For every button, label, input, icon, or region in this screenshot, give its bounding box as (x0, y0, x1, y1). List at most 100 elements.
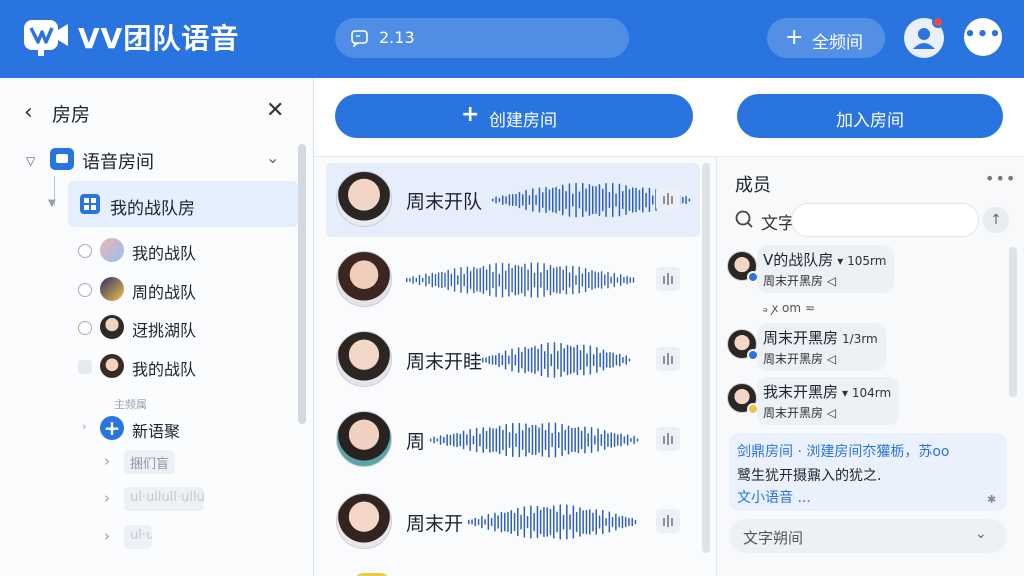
waveform-bar (610, 432, 612, 448)
room-name: 周末开队 (406, 191, 483, 213)
room-list-scrollbar[interactable] (702, 163, 710, 553)
room-item[interactable]: 周末开眭 (326, 323, 700, 397)
waveform-bar (418, 274, 421, 286)
member-room: 周末开黑房 ◁ (763, 274, 837, 288)
waveform-bar (473, 266, 475, 294)
waveform-bar (592, 185, 594, 215)
more-icon[interactable]: ••• (985, 169, 1016, 188)
expand-toggle[interactable] (78, 244, 92, 258)
waveform-bar (544, 430, 547, 450)
waveform-bar (565, 191, 567, 210)
user-avatar-button[interactable] (904, 16, 944, 58)
members-title: 成员 (735, 175, 771, 196)
all-rooms-button[interactable]: + 全频间 (767, 18, 885, 58)
voice-rooms-category[interactable]: ▽ 语音房间 ⌄ (22, 148, 292, 182)
member-search-input[interactable] (791, 203, 979, 237)
waveform-bar (453, 433, 455, 447)
waveform-bar (568, 272, 571, 288)
sidebar-item-team-3[interactable]: 迓挑湖队 (74, 311, 294, 345)
waveform-bar (624, 516, 627, 528)
waveform-bar (626, 434, 629, 446)
sidebar-blurred-item[interactable]: › ul·ullull·ullu (104, 485, 304, 515)
sidebar-blurred-item[interactable]: › 捆们盲 (104, 448, 304, 478)
volume-icon[interactable] (656, 267, 680, 291)
member-item[interactable]: 周末开黑房 1/3rm 周末开黑房 ◁ (725, 323, 1007, 373)
waveform-bar (521, 351, 523, 369)
new-voice-channel-item[interactable]: 主频属 › + 新语聚 (80, 396, 280, 456)
sidebar-title: 房房 (52, 104, 91, 126)
waveform-bar (475, 427, 478, 453)
volume-icon[interactable] (656, 427, 680, 451)
search-input[interactable]: 2.13 (335, 18, 629, 58)
waveform-bar (592, 512, 594, 532)
waveform-bar (517, 347, 520, 373)
waveform-bar (596, 347, 598, 373)
waveform-bar (482, 265, 485, 294)
waveform-bar (449, 434, 452, 446)
waveform-bar (602, 188, 604, 212)
sidebar-item-team-1[interactable]: 我的战队 (74, 234, 294, 268)
member-item[interactable]: V的战队房 ▾ 105rm 周末开黑房 ◁ (725, 245, 1007, 295)
expand-toggle[interactable] (78, 360, 92, 374)
waveform-bar (508, 432, 511, 448)
waveform-bar (524, 346, 526, 374)
chevron-down-icon[interactable]: ⌄ (266, 148, 279, 167)
waveform-bar (466, 434, 468, 446)
waveform-bar (515, 433, 517, 447)
sidebar-blurred-item[interactable]: › ul·ull (104, 523, 304, 553)
voice-channel-select[interactable]: 文字朔间 ⌄ (729, 519, 1007, 553)
join-room-button[interactable]: 加入房间 (737, 94, 1003, 138)
waveform-bar (605, 352, 608, 368)
sidebar-item-team-2[interactable]: 周的战队 (74, 273, 294, 307)
waveform-bar (569, 514, 571, 530)
waveform-bar (551, 433, 553, 447)
members-scrollbar[interactable] (1009, 247, 1017, 397)
waveform-bar (522, 194, 524, 206)
waveform-bar (504, 512, 506, 532)
sidebar-item-team-4[interactable]: 我的战队 (74, 350, 294, 384)
waveform-bar (484, 519, 486, 525)
waveform-bar (552, 267, 555, 293)
waveform-bar (498, 273, 500, 287)
room-item[interactable] (326, 243, 700, 317)
waveform-bar (580, 430, 583, 450)
back-icon[interactable]: ‹ (24, 100, 33, 125)
waveform-bar (638, 189, 641, 211)
selected-room-item[interactable]: 我的战队房 (68, 181, 298, 227)
close-icon[interactable]: ✕ (266, 98, 284, 123)
waveform-bar (610, 276, 612, 284)
waveform-bar (466, 266, 469, 294)
avatar (100, 354, 124, 378)
waveform-bar (534, 345, 536, 375)
room-item[interactable]: 周末开队 (326, 163, 700, 237)
waveform-bar (611, 516, 614, 527)
room-item[interactable]: 周末开 (326, 485, 700, 559)
waveform-bar (535, 194, 537, 206)
waveform-bar (436, 438, 439, 442)
volume-icon[interactable] (656, 509, 680, 533)
volume-icon[interactable] (656, 347, 680, 371)
create-room-button[interactable]: + 创建房间 (335, 94, 693, 138)
waveform-bar (459, 433, 461, 447)
pin-icon[interactable]: ✱ (987, 493, 996, 506)
expand-toggle[interactable] (78, 283, 92, 297)
faded-label: 主频属 (114, 398, 147, 411)
waveform-bar (555, 186, 557, 214)
more-menu-button[interactable]: ••• (964, 18, 1002, 56)
volume-icon[interactable] (656, 187, 680, 211)
waveform-bar (595, 186, 597, 214)
waveform-bar (447, 269, 449, 291)
waveform-bar (558, 188, 561, 211)
waveform-bar (626, 275, 628, 285)
expand-toggle[interactable] (78, 321, 92, 335)
room-item[interactable]: 周 (326, 403, 700, 477)
waveform-bar (530, 505, 532, 539)
waveform-bar (579, 507, 581, 537)
waveform-bar (600, 434, 603, 447)
member-item[interactable]: 我末开黑房 ▾ 104rm 周末开黑房 ◁ (725, 377, 1007, 427)
waveform-bar (508, 355, 510, 365)
waveform-bar (540, 343, 543, 377)
sidebar-scrollbar[interactable] (298, 144, 306, 424)
send-icon[interactable]: ↑ (983, 207, 1009, 233)
waveform-bar (491, 355, 494, 365)
